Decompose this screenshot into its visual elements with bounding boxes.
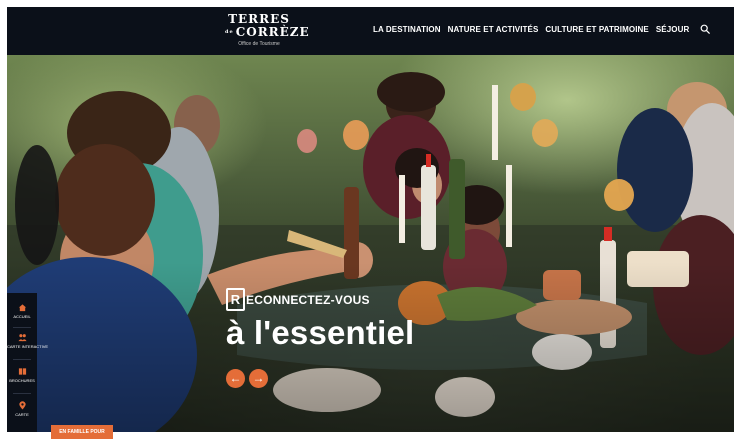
site-logo[interactable]: TERRES de CORRÈZE Office de Tourisme xyxy=(225,13,309,51)
sidebar-item-label: BROCHURES xyxy=(9,378,35,383)
logo-tagline: Office de Tourisme xyxy=(238,41,280,47)
logo-prefix: de xyxy=(225,29,234,35)
sidebar-divider xyxy=(13,359,31,360)
side-toolbar: ACCUEIL CARTE INTERACTIVE BROCHURES CART… xyxy=(7,293,49,432)
search-icon[interactable] xyxy=(700,24,711,34)
people-icon xyxy=(17,334,27,342)
nav-item-nature-activites[interactable]: NATURE ET ACTIVITÉS xyxy=(448,25,539,34)
carousel-prev-button[interactable]: ← xyxy=(226,369,245,388)
carousel-next-button[interactable]: → xyxy=(249,369,268,388)
nav-item-culture-patrimoine[interactable]: CULTURE ET PATRIMOINE xyxy=(545,25,648,34)
logo-title-text: CORRÈZE xyxy=(235,25,310,39)
tagline-top: R ECONNECTEZ-VOUS xyxy=(226,288,414,311)
browser-viewport: TERRES de CORRÈZE Office de Tourisme LA D… xyxy=(7,7,734,432)
sidebar-item-carte[interactable]: CARTE xyxy=(7,401,37,418)
tagline-r-mark: R xyxy=(226,288,245,311)
hero-overlay xyxy=(7,55,734,432)
cta-button[interactable]: EN FAMILLE POUR xyxy=(51,425,113,439)
sidebar-divider xyxy=(13,327,31,328)
sidebar-item-label: ACCUEIL xyxy=(13,314,31,319)
sidebar-item-carte-interactive[interactable]: CARTE INTERACTIVE xyxy=(7,333,49,350)
carousel-controls: ← → xyxy=(226,369,268,388)
book-icon xyxy=(18,368,26,375)
sidebar-item-brochures[interactable]: BROCHURES xyxy=(7,367,37,384)
sidebar-divider xyxy=(13,393,31,394)
map-pin-icon xyxy=(18,401,26,410)
sidebar-item-label: CARTE xyxy=(15,412,29,417)
home-icon xyxy=(18,304,26,312)
nav-item-sejour[interactable]: SÉJOUR xyxy=(656,25,690,34)
hero-banner: R ECONNECTEZ-VOUS à l'essentiel ← → xyxy=(7,55,734,432)
main-nav: LA DESTINATION NATURE ET ACTIVITÉS CULTU… xyxy=(373,24,711,34)
sidebar-item-accueil[interactable]: ACCUEIL xyxy=(7,303,37,320)
logo-title-line2: de CORRÈZE xyxy=(225,26,309,39)
tagline-top-text: ECONNECTEZ-VOUS xyxy=(246,292,370,307)
sidebar-item-label: CARTE INTERACTIVE xyxy=(7,344,49,349)
site-header: TERRES de CORRÈZE Office de Tourisme LA D… xyxy=(7,7,734,55)
hero-tagline: R ECONNECTEZ-VOUS à l'essentiel xyxy=(226,288,414,351)
tagline-main: à l'essentiel xyxy=(226,314,415,351)
nav-item-destination[interactable]: LA DESTINATION xyxy=(373,25,441,34)
